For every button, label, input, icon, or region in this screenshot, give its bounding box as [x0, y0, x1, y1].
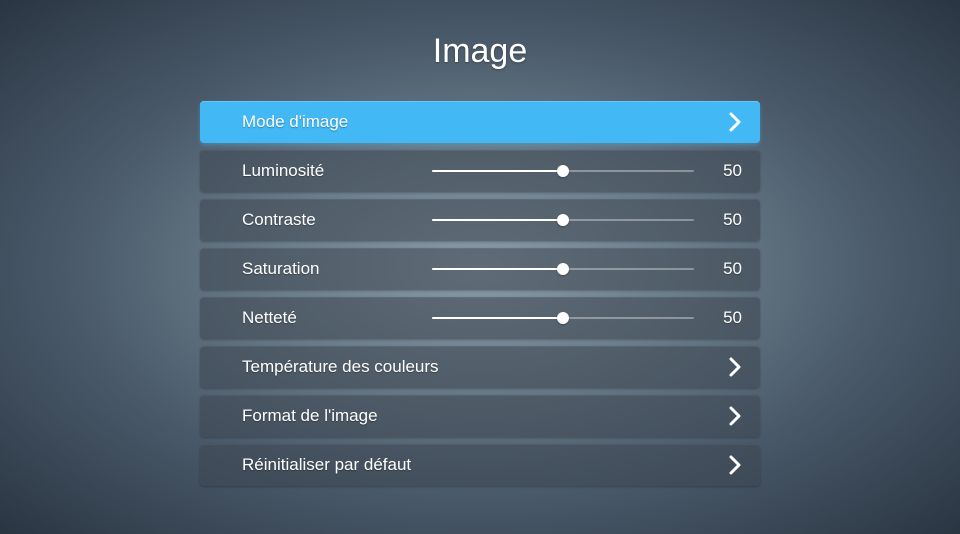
- slider-value: 50: [714, 210, 742, 230]
- slider-thumb[interactable]: [557, 165, 569, 177]
- slider-fill: [432, 219, 563, 221]
- chevron-right-icon: [728, 405, 742, 427]
- saturation-slider[interactable]: [432, 259, 694, 279]
- menu-item-temperature-couleurs[interactable]: Température des couleurs: [200, 346, 760, 388]
- item-label: Format de l'image: [242, 406, 432, 426]
- slider-thumb[interactable]: [557, 214, 569, 226]
- slider-wrap: 50: [432, 259, 742, 279]
- menu-item-contraste[interactable]: Contraste 50: [200, 199, 760, 241]
- slider-fill: [432, 268, 563, 270]
- chevron-right-icon: [728, 356, 742, 378]
- chevron-right-icon: [728, 454, 742, 476]
- chevron-right-icon: [728, 111, 742, 133]
- menu-item-luminosite[interactable]: Luminosité 50: [200, 150, 760, 192]
- luminosite-slider[interactable]: [432, 161, 694, 181]
- slider-value: 50: [714, 259, 742, 279]
- nettete-slider[interactable]: [432, 308, 694, 328]
- page-title: Image: [433, 32, 528, 71]
- menu-item-nettete[interactable]: Netteté 50: [200, 297, 760, 339]
- menu-item-saturation[interactable]: Saturation 50: [200, 248, 760, 290]
- menu-item-format-image[interactable]: Format de l'image: [200, 395, 760, 437]
- item-label: Contraste: [242, 210, 432, 230]
- menu-item-reinitialiser[interactable]: Réinitialiser par défaut: [200, 444, 760, 486]
- item-label: Saturation: [242, 259, 432, 279]
- menu-item-mode-image[interactable]: Mode d'image: [200, 101, 760, 143]
- slider-wrap: 50: [432, 308, 742, 328]
- slider-thumb[interactable]: [557, 263, 569, 275]
- slider-fill: [432, 317, 563, 319]
- item-label: Température des couleurs: [242, 357, 439, 377]
- slider-wrap: 50: [432, 210, 742, 230]
- settings-menu: Mode d'image Luminosité 50 Contraste: [200, 101, 760, 486]
- slider-value: 50: [714, 161, 742, 181]
- item-label: Luminosité: [242, 161, 432, 181]
- slider-fill: [432, 170, 563, 172]
- item-label: Netteté: [242, 308, 432, 328]
- item-label: Mode d'image: [242, 112, 432, 132]
- item-label: Réinitialiser par défaut: [242, 455, 432, 475]
- slider-wrap: 50: [432, 161, 742, 181]
- slider-value: 50: [714, 308, 742, 328]
- slider-thumb[interactable]: [557, 312, 569, 324]
- contraste-slider[interactable]: [432, 210, 694, 230]
